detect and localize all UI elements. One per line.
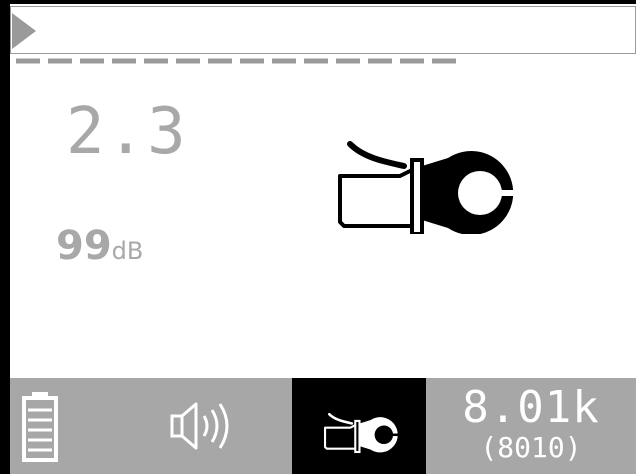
battery-indicator [10, 378, 100, 474]
signal-strength-value: 99 [56, 223, 112, 269]
speaker-icon [170, 402, 229, 450]
signal-clamp-icon [323, 412, 403, 454]
battery-icon [22, 392, 58, 462]
mode-clamp-button[interactable] [292, 378, 426, 474]
frequency-display[interactable]: 8.01k (8010) [426, 378, 636, 474]
volume-button[interactable] [100, 378, 292, 474]
signal-strength: 99dB [56, 226, 143, 266]
top-bar [10, 6, 636, 54]
play-icon[interactable] [12, 13, 38, 49]
frequency-hz: (8010) [480, 431, 582, 464]
depth-dashed-line [16, 58, 456, 64]
locator-screen: 2.3 99dB 8.01k (8010) [10, 4, 636, 474]
signal-clamp-icon [338, 141, 524, 234]
reading-value: 2.3 [66, 95, 188, 169]
status-bar: 8.01k (8010) [10, 378, 636, 474]
signal-strength-unit: dB [111, 237, 144, 265]
frequency-value: 8.01k [462, 382, 600, 433]
